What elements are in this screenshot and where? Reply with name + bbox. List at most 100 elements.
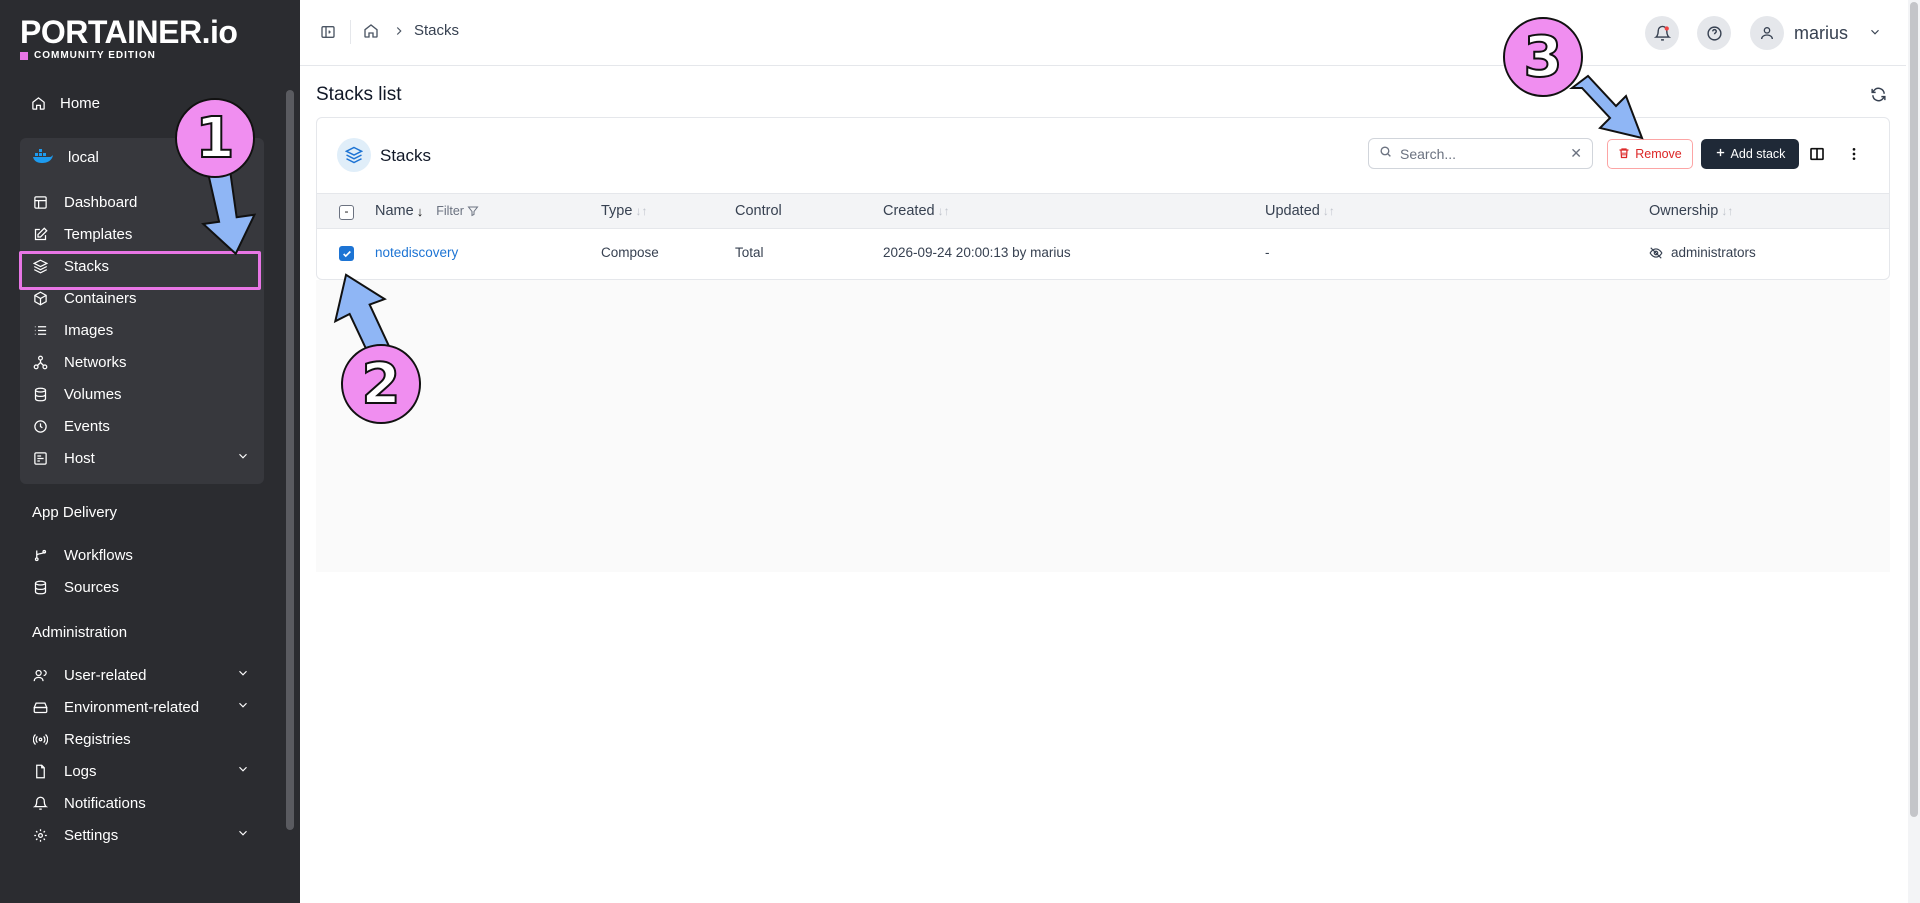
search-box[interactable]: ✕ <box>1368 138 1593 169</box>
sidebar-item-environment-related[interactable]: Environment-related <box>32 695 250 719</box>
table-header: Name ↓ Filter Type ↓↑ Control Created ↓↑ U… <box>317 193 1889 229</box>
users-icon <box>32 667 48 683</box>
sidebar-item-user-related[interactable]: User-related <box>32 663 250 687</box>
column-name-label: Name <box>375 203 414 219</box>
column-type[interactable]: Type ↓↑ <box>601 203 647 219</box>
bell-icon <box>1653 25 1671 41</box>
git-branch-icon <box>32 547 48 563</box>
home-icon[interactable] <box>363 23 379 44</box>
filter-button[interactable]: Filter <box>436 204 479 218</box>
avatar <box>1750 16 1784 50</box>
sidebar-item-volumes[interactable]: Volumes <box>32 382 250 406</box>
docker-icon <box>32 147 54 167</box>
annotation-badge-3: 3 <box>1503 17 1583 97</box>
filter-label: Filter <box>436 204 464 218</box>
username: marius <box>1794 22 1849 43</box>
page-scrollbar[interactable] <box>1908 0 1920 903</box>
column-control-label: Control <box>735 203 782 219</box>
stacks-card: Stacks ✕ Remove Add stack Name ↓ Filter … <box>316 117 1890 280</box>
column-type-label: Type <box>601 203 633 219</box>
sidebar-item-label: Notifications <box>64 794 146 812</box>
gear-icon <box>32 827 48 843</box>
sidebar-item-events[interactable]: Events <box>32 414 250 438</box>
annotation-badge-1: 1 <box>175 98 255 178</box>
box-icon <box>32 290 48 306</box>
chevron-right-icon <box>392 24 406 43</box>
sidebar-item-home[interactable]: Home <box>30 91 100 115</box>
portainer-logo[interactable]: PORTAINER.io COMMUNITY EDITION <box>20 16 238 61</box>
sidebar-item-networks[interactable]: Networks <box>32 350 250 374</box>
sort-icon: ↓↑ <box>937 204 950 218</box>
sidebar-item-sources[interactable]: Sources <box>32 575 250 599</box>
page-scrollbar-thumb[interactable] <box>1910 2 1918 817</box>
database-icon <box>32 386 48 402</box>
add-stack-button-label: Add stack <box>1730 147 1786 161</box>
sidebar-item-label: Images <box>64 321 114 339</box>
environment-name: local <box>68 148 99 166</box>
add-stack-button[interactable]: Add stack <box>1701 139 1799 169</box>
sort-icon: ↓↑ <box>1721 204 1734 218</box>
eye-off-icon <box>1649 246 1663 259</box>
stack-created: 2026-09-24 20:00:13 by marius <box>883 245 1071 260</box>
home-icon <box>30 95 46 111</box>
section-administration: Administration <box>32 624 128 641</box>
logo-edition: COMMUNITY EDITION <box>20 50 237 61</box>
annotation-badge-2: 2 <box>341 344 421 424</box>
search-input[interactable] <box>1400 145 1560 162</box>
more-vertical-icon[interactable] <box>1846 146 1862 167</box>
breadcrumb[interactable]: Stacks <box>414 22 459 39</box>
sidebar-item-label: Containers <box>64 289 137 307</box>
column-created-label: Created <box>883 203 935 219</box>
section-app-delivery: App Delivery <box>32 504 118 521</box>
environment-header[interactable]: local <box>32 147 99 167</box>
select-all-checkbox[interactable]: - <box>339 205 354 220</box>
sidebar-item-label: User-related <box>64 666 147 684</box>
page-title: Stacks list <box>316 84 402 105</box>
sidebar-toggle-icon[interactable] <box>320 24 336 45</box>
clock-icon <box>32 418 48 434</box>
logo-square-icon <box>20 51 28 60</box>
sidebar-item-label: Dashboard <box>64 193 138 211</box>
column-updated[interactable]: Updated ↓↑ <box>1265 203 1335 219</box>
sidebar-item-logs[interactable]: Logs <box>32 759 250 783</box>
sidebar-item-registries[interactable]: Registries <box>32 727 250 751</box>
sidebar-item-settings[interactable]: Settings <box>32 823 250 847</box>
trash-icon <box>1618 147 1630 162</box>
filter-icon <box>467 206 479 217</box>
refresh-icon[interactable] <box>1870 86 1887 108</box>
stack-control: Total <box>735 245 764 260</box>
list-icon <box>32 322 48 338</box>
database-icon <box>32 579 48 595</box>
column-updated-label: Updated <box>1265 203 1320 219</box>
sidebar-scrollbar[interactable] <box>286 90 294 830</box>
sidebar-item-images[interactable]: Images <box>32 318 250 342</box>
user-menu[interactable]: marius <box>1750 16 1882 50</box>
sidebar-item-label: Volumes <box>64 385 122 403</box>
column-ownership-label: Ownership <box>1649 203 1719 219</box>
sidebar-item-host[interactable]: Host <box>32 446 250 470</box>
stack-name-link[interactable]: notediscovery <box>375 245 458 260</box>
row-checkbox[interactable] <box>339 246 354 261</box>
clear-icon[interactable]: ✕ <box>1570 145 1582 162</box>
chevron-down-icon <box>236 826 250 844</box>
column-created[interactable]: Created ↓↑ <box>883 203 950 219</box>
column-control: Control <box>735 203 782 219</box>
sidebar-item-label: Workflows <box>64 546 133 564</box>
column-name[interactable]: Name ↓ Filter <box>375 203 479 219</box>
sidebar-item-label: Sources <box>64 578 120 596</box>
edit-icon <box>32 226 48 242</box>
network-icon <box>32 354 48 370</box>
sidebar-item-notifications[interactable]: Notifications <box>32 791 250 815</box>
content-background <box>316 280 1890 572</box>
sidebar-item-workflows[interactable]: Workflows <box>32 543 250 567</box>
notifications-button[interactable] <box>1645 16 1679 50</box>
check-icon <box>342 250 351 257</box>
columns-icon[interactable] <box>1809 146 1825 167</box>
sidebar-item-label: Host <box>64 449 95 467</box>
help-button[interactable] <box>1697 16 1731 50</box>
chevron-down-icon <box>236 698 250 716</box>
card-title: Stacks <box>380 146 432 165</box>
column-ownership[interactable]: Ownership ↓↑ <box>1649 203 1733 219</box>
sidebar-item-label: Environment-related <box>64 698 200 716</box>
sort-icon: ↓↑ <box>635 204 648 218</box>
